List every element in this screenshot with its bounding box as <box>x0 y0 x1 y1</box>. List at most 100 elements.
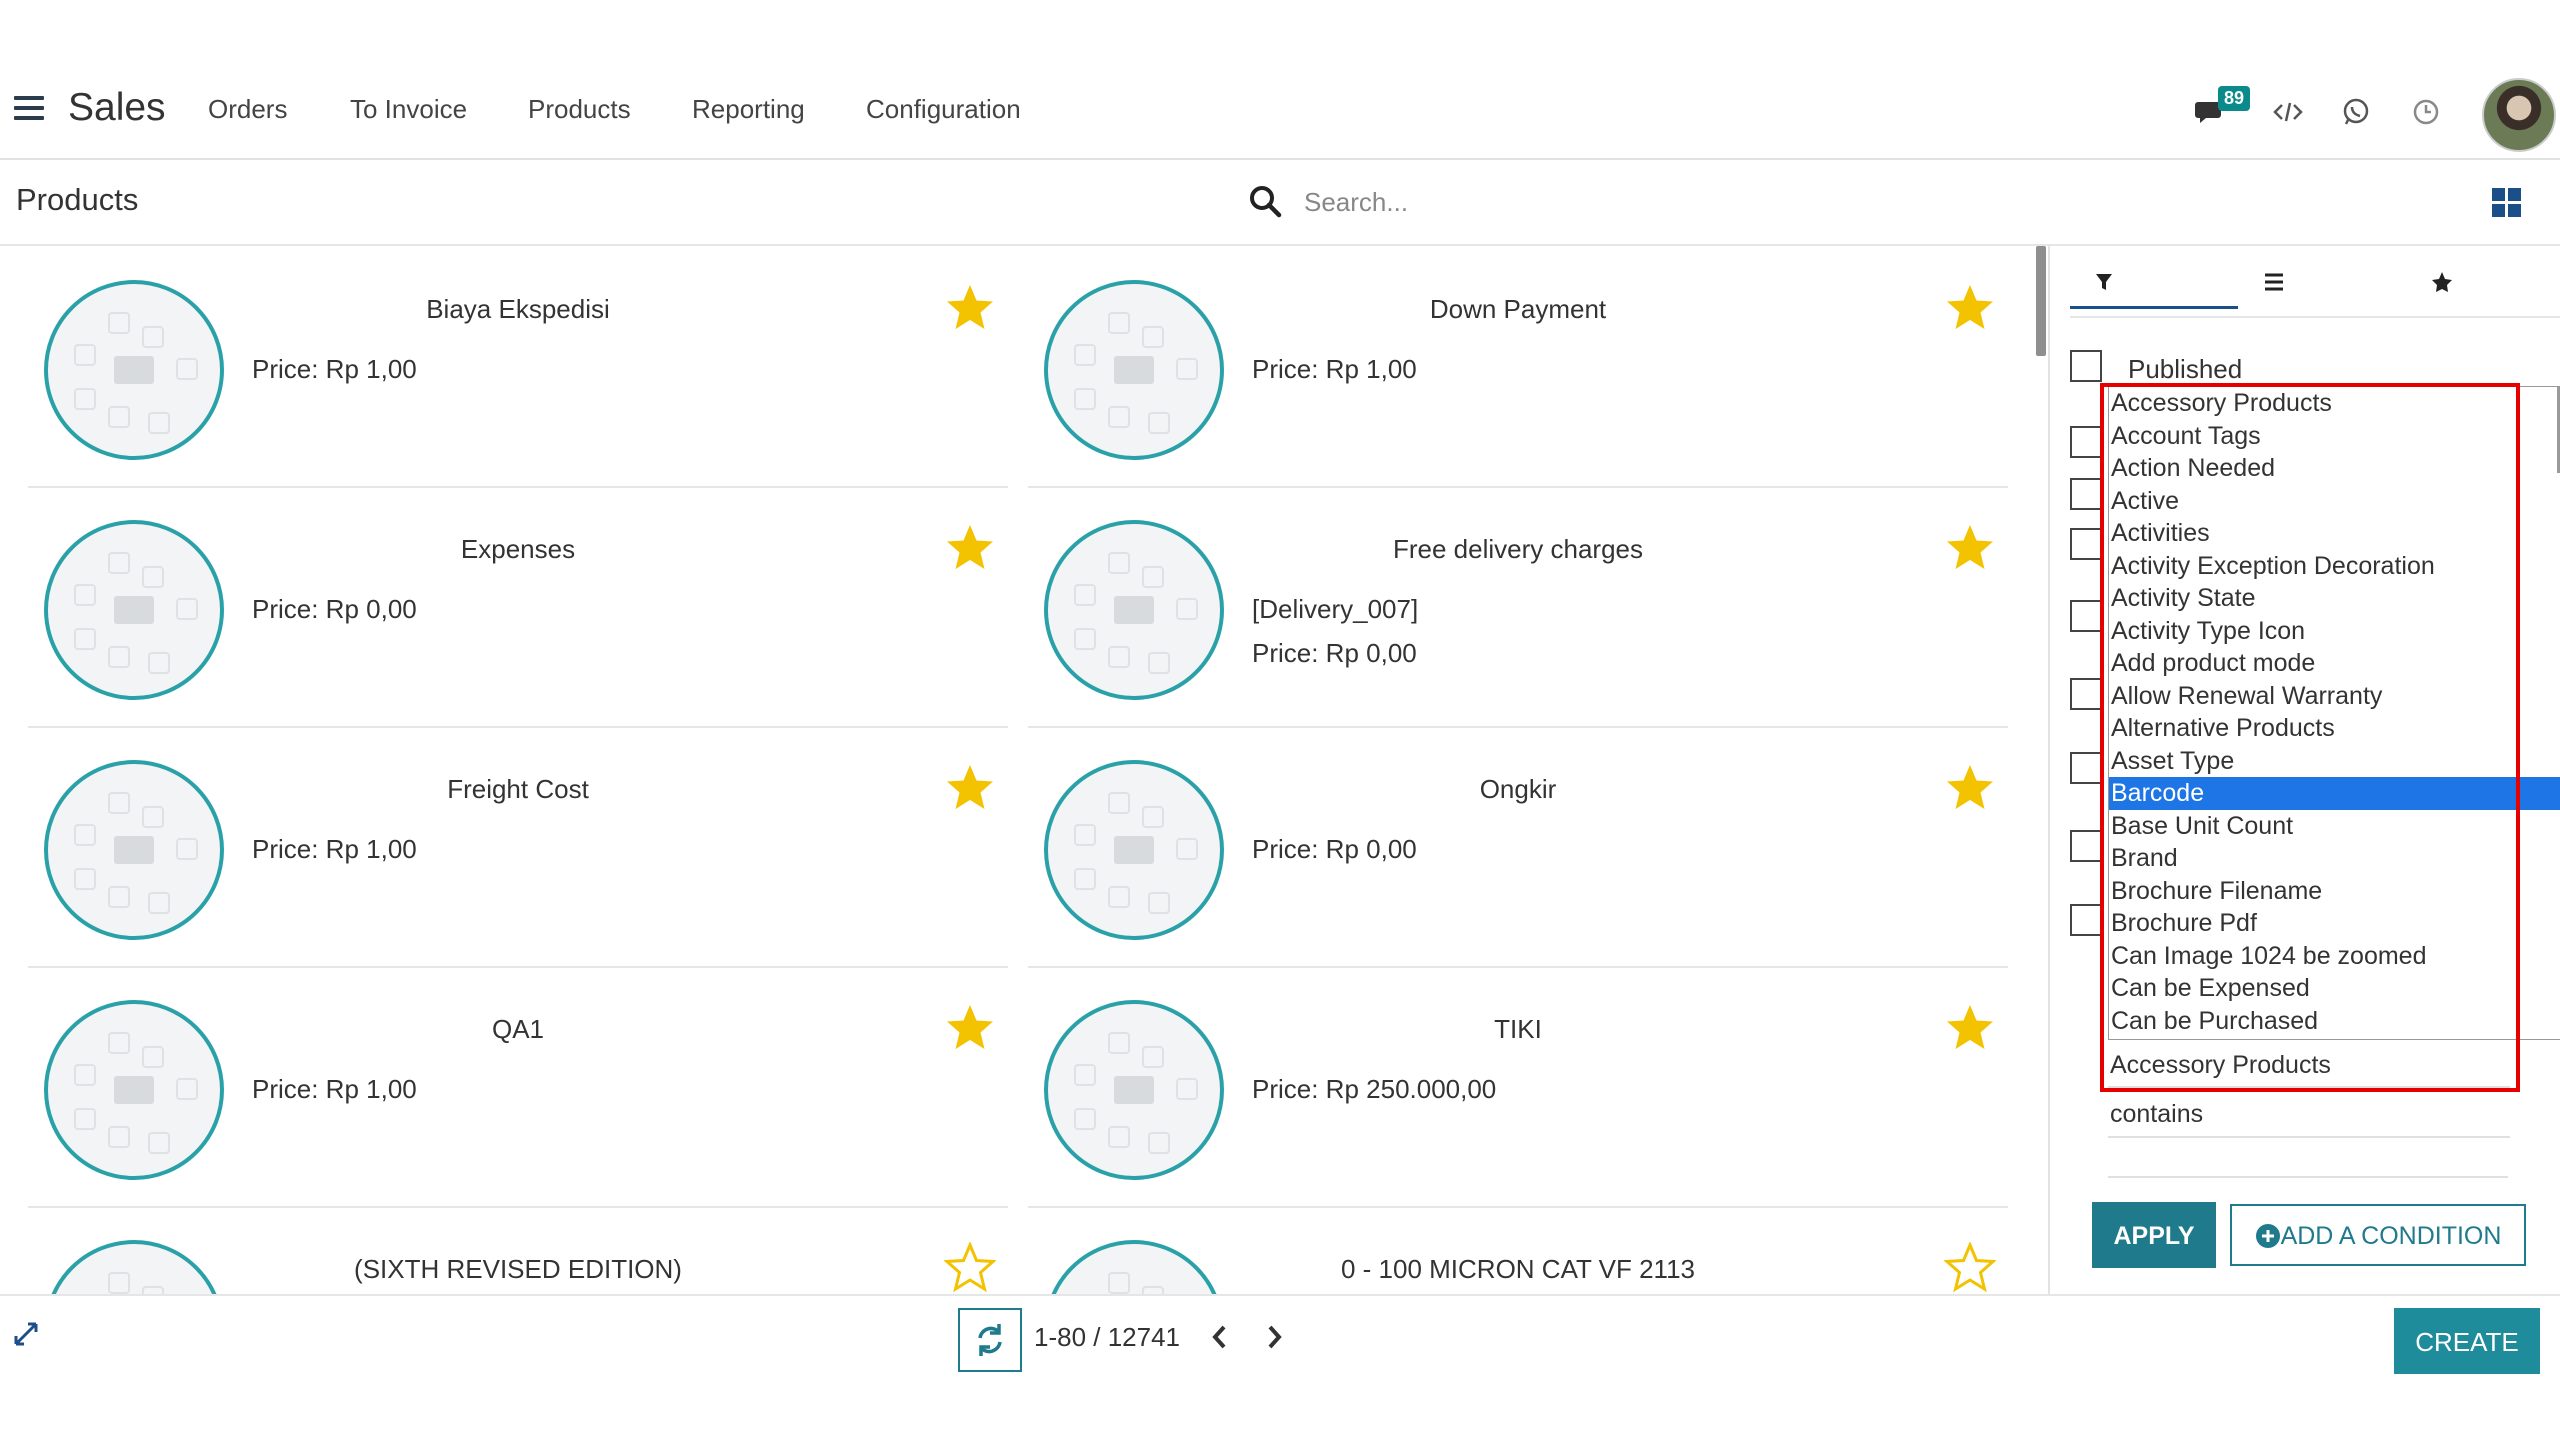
product-image-placeholder <box>44 1240 224 1294</box>
published-checkbox[interactable] <box>2070 350 2102 382</box>
create-button[interactable]: CREATE <box>2394 1308 2540 1374</box>
product-card[interactable]: Expenses Price: Rp 0,00 <box>28 486 1008 728</box>
product-image-placeholder <box>1044 1000 1224 1180</box>
filter-checkbox[interactable] <box>2070 600 2102 632</box>
product-card[interactable]: Ongkir Price: Rp 0,00 <box>1028 726 2008 968</box>
code-icon[interactable] <box>2272 96 2304 128</box>
favorite-star-icon[interactable] <box>1944 1002 1996 1054</box>
favorite-star-icon[interactable] <box>944 762 996 814</box>
product-card[interactable]: 0 - 100 MICRON CAT VF 2113 <box>1028 1206 2008 1294</box>
product-name[interactable]: Freight Cost <box>228 774 808 805</box>
product-line-2: Price: Rp 0,00 <box>1252 638 1417 668</box>
favorites-star-icon[interactable] <box>2422 262 2462 302</box>
field-option[interactable]: Activity Exception Decoration <box>2109 550 2560 583</box>
field-option[interactable]: Brochure Pdf <box>2109 907 2560 940</box>
field-option[interactable]: Brochure Filename <box>2109 875 2560 908</box>
field-option[interactable]: Base Unit Count <box>2109 810 2560 843</box>
product-name[interactable]: QA1 <box>228 1014 808 1045</box>
field-option[interactable]: Activities <box>2109 517 2560 550</box>
clock-icon[interactable] <box>2410 96 2442 128</box>
filter-icon[interactable] <box>2084 262 2124 302</box>
apply-button[interactable]: APPLY <box>2092 1202 2216 1268</box>
product-name[interactable]: 0 - 100 MICRON CAT VF 2113 <box>1228 1254 1808 1285</box>
image-placeholder-icon <box>1114 356 1154 384</box>
favorite-star-icon[interactable] <box>1944 762 1996 814</box>
filter-checkbox[interactable] <box>2070 830 2102 862</box>
product-name[interactable]: (SIXTH REVISED EDITION) <box>228 1254 808 1285</box>
favorite-star-icon[interactable] <box>1944 282 1996 334</box>
menu-to-invoice[interactable]: To Invoice <box>350 94 467 125</box>
product-image-placeholder <box>44 760 224 940</box>
control-panel: Products <box>0 160 2560 246</box>
favorite-star-icon[interactable] <box>944 1002 996 1054</box>
expand-icon[interactable] <box>12 1320 40 1348</box>
whatsapp-icon[interactable] <box>2340 96 2372 128</box>
product-card[interactable]: QA1 Price: Rp 1,00 <box>28 966 1008 1208</box>
image-placeholder-icon <box>1114 836 1154 864</box>
field-option[interactable]: Asset Type <box>2109 745 2560 778</box>
product-card[interactable]: TIKI Price: Rp 250.000,00 <box>1028 966 2008 1208</box>
filter-checkbox[interactable] <box>2070 478 2102 510</box>
field-option[interactable]: Account Tags <box>2109 420 2560 453</box>
condition-field-select[interactable]: Accessory Products <box>2108 1044 2510 1088</box>
field-dropdown-list[interactable]: Accessory Products Account Tags Action Nee… <box>2108 386 2560 1040</box>
field-option[interactable]: Allow Renewal Warranty <box>2109 680 2560 713</box>
app-title[interactable]: Sales <box>68 86 166 130</box>
filter-checkbox[interactable] <box>2070 426 2102 458</box>
condition-value-input[interactable] <box>2108 1176 2508 1178</box>
product-card[interactable]: Biaya Ekspedisi Price: Rp 1,00 <box>28 246 1008 488</box>
menu-orders[interactable]: Orders <box>208 94 287 125</box>
favorite-star-icon[interactable] <box>944 282 996 334</box>
menu-reporting[interactable]: Reporting <box>692 94 805 125</box>
field-option[interactable]: Alternative Products <box>2109 712 2560 745</box>
favorite-star-icon[interactable] <box>944 1242 996 1294</box>
product-card[interactable]: Freight Cost Price: Rp 1,00 <box>28 726 1008 968</box>
field-option[interactable]: Accessory Products <box>2109 387 2560 420</box>
search-input[interactable] <box>1302 182 1826 222</box>
field-option[interactable]: Action Needed <box>2109 452 2560 485</box>
product-card[interactable]: (SIXTH REVISED EDITION) <box>28 1206 1008 1294</box>
menu-configuration[interactable]: Configuration <box>866 94 1021 125</box>
product-card[interactable]: Free delivery charges [Delivery_007] Price… <box>1028 486 2008 728</box>
product-name[interactable]: TIKI <box>1228 1014 1808 1045</box>
kanban-view-icon[interactable] <box>2492 188 2522 218</box>
field-option[interactable]: Add product mode <box>2109 647 2560 680</box>
product-line-1: Price: Rp 250.000,00 <box>1252 1074 1497 1104</box>
product-name[interactable]: Ongkir <box>1228 774 1808 805</box>
favorite-star-icon[interactable] <box>944 522 996 574</box>
filter-checkbox[interactable] <box>2070 678 2102 710</box>
refresh-button[interactable] <box>958 1308 1022 1372</box>
field-option[interactable]: Can be Expensed <box>2109 972 2560 1005</box>
kanban-scrollbar[interactable] <box>2036 246 2046 356</box>
menu-products[interactable]: Products <box>528 94 631 125</box>
product-card[interactable]: Down Payment Price: Rp 1,00 <box>1028 246 2008 488</box>
product-name[interactable]: Biaya Ekspedisi <box>228 294 808 325</box>
pager-previous-icon[interactable] <box>1208 1322 1232 1352</box>
filter-checkbox[interactable] <box>2070 752 2102 784</box>
field-option[interactable]: Activity Type Icon <box>2109 615 2560 648</box>
pager-next-icon[interactable] <box>1262 1322 1286 1352</box>
image-placeholder-icon <box>114 1076 154 1104</box>
field-option[interactable]: Active <box>2109 485 2560 518</box>
filter-checkbox[interactable] <box>2070 904 2102 936</box>
field-option[interactable]: Can be Purchased <box>2109 1005 2560 1038</box>
user-avatar[interactable] <box>2482 78 2556 152</box>
group-by-icon[interactable] <box>2254 262 2294 302</box>
favorite-star-icon[interactable] <box>1944 1242 1996 1294</box>
active-tab-underline <box>2070 306 2238 309</box>
favorite-star-icon[interactable] <box>1944 522 1996 574</box>
field-option[interactable]: Can Image 1024 be zoomed <box>2109 940 2560 973</box>
add-condition-button[interactable]: ADD A CONDITION <box>2230 1204 2526 1266</box>
product-name[interactable]: Free delivery charges <box>1228 534 1808 565</box>
condition-operator-select[interactable]: contains <box>2108 1092 2510 1138</box>
field-option[interactable]: Activity State <box>2109 582 2560 615</box>
product-line-1: [Delivery_007] <box>1252 594 1419 624</box>
filter-checkbox[interactable] <box>2070 528 2102 560</box>
field-option[interactable]: Barcode <box>2109 777 2560 810</box>
product-name[interactable]: Expenses <box>228 534 808 565</box>
pager-value[interactable]: 1-80 / 12741 <box>1034 1322 1180 1353</box>
hamburger-menu-icon[interactable] <box>14 96 44 122</box>
product-name[interactable]: Down Payment <box>1228 294 1808 325</box>
product-image-placeholder <box>1044 280 1224 460</box>
field-option[interactable]: Brand <box>2109 842 2560 875</box>
